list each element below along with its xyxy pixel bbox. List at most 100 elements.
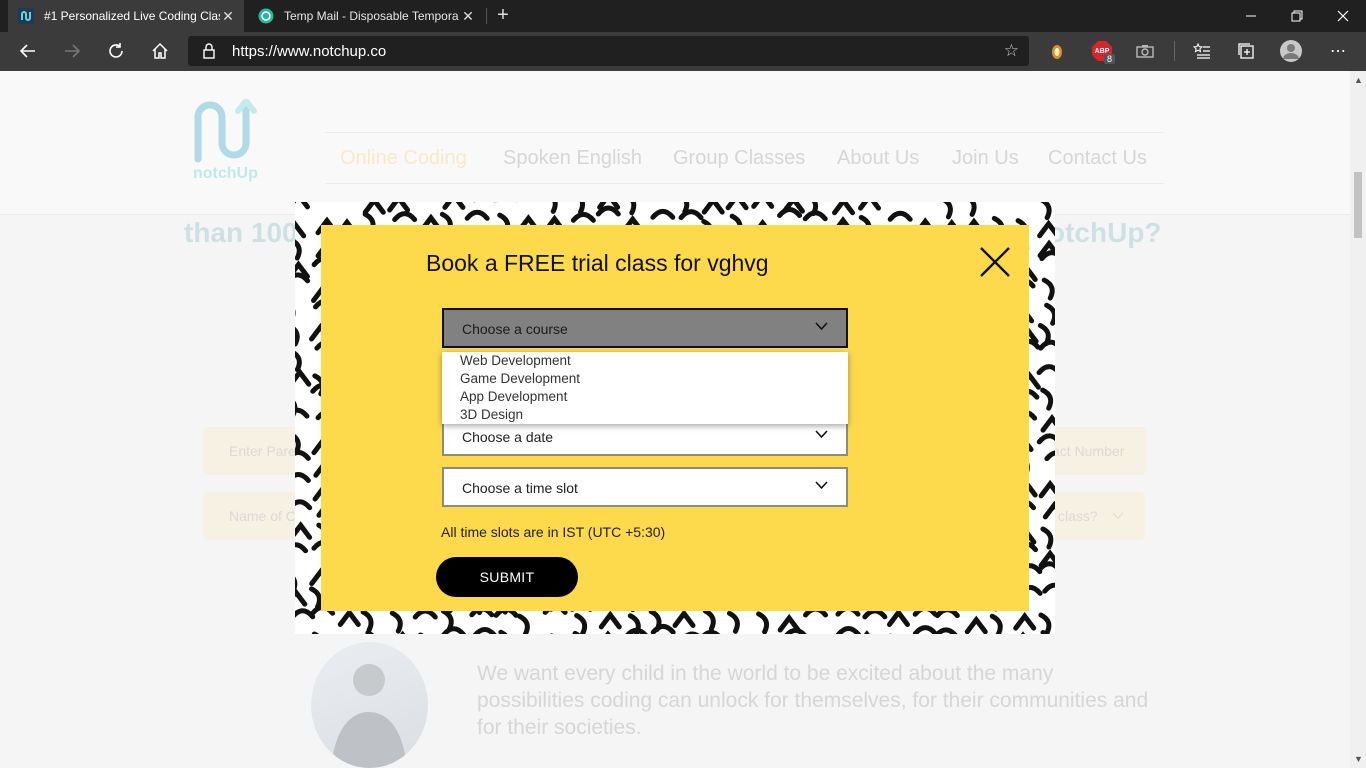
pattern-stroke (802, 210, 828, 222)
pattern-stroke (887, 210, 913, 222)
pattern-stroke (574, 613, 588, 634)
pattern-stroke (516, 613, 530, 634)
minimize-icon[interactable] (1228, 0, 1274, 32)
tab-temp-mail[interactable]: Temp Mail - Disposable Tempora ✕ (248, 0, 484, 32)
page-scrollbar[interactable]: ▲ ▼ (1350, 71, 1366, 768)
pattern-stroke (295, 326, 300, 347)
scroll-down-icon[interactable]: ▼ (1354, 754, 1363, 764)
home-icon[interactable] (143, 34, 177, 68)
pattern-stroke (1040, 202, 1052, 221)
pattern-stroke (650, 623, 676, 634)
window-close-icon[interactable] (1320, 0, 1366, 32)
pattern-stroke (1042, 582, 1055, 594)
course-dropdown-list: Web Development Game Development App Dev… (442, 352, 848, 424)
pattern-stroke (964, 615, 988, 634)
profile-avatar-icon[interactable] (1280, 40, 1302, 62)
pattern-stroke (1040, 387, 1054, 411)
chevron-down-icon (815, 481, 828, 490)
pattern-stroke (751, 202, 775, 209)
pattern-stroke (295, 239, 302, 261)
restore-icon[interactable] (1274, 0, 1320, 32)
tab-title: #1 Personalized Live Coding Clas (44, 9, 220, 23)
course-option-app-development[interactable]: App Development (460, 388, 567, 406)
pattern-stroke (777, 207, 803, 218)
notchup-favicon-icon (18, 8, 34, 24)
address-bar[interactable]: https://www.notchup.co ☆ (188, 36, 1029, 66)
course-option-game-development[interactable]: Game Development (460, 370, 580, 388)
pattern-stroke (295, 407, 310, 419)
pattern-stroke (295, 472, 311, 483)
adblock-icon[interactable]: ABP 8 (1091, 40, 1115, 64)
back-icon[interactable] (11, 34, 45, 68)
pattern-stroke (650, 208, 676, 220)
pattern-stroke (886, 608, 910, 627)
temp-mail-favicon-icon (258, 8, 274, 24)
scrollbar-thumb[interactable] (1354, 172, 1362, 238)
pattern-stroke (442, 202, 466, 210)
pattern-stroke (862, 608, 888, 620)
refresh-icon[interactable] (99, 34, 133, 68)
pattern-stroke (756, 611, 770, 634)
pattern-stroke (295, 350, 302, 373)
favorites-icon[interactable] (1191, 40, 1213, 62)
pattern-stroke (1036, 364, 1055, 376)
pattern-stroke (412, 608, 438, 620)
chevron-down-icon (815, 322, 828, 331)
submit-button[interactable]: SUBMIT (436, 557, 578, 597)
pattern-stroke (295, 449, 311, 461)
course-option-web-development[interactable]: Web Development (460, 352, 571, 370)
pattern-stroke (1040, 413, 1055, 433)
pattern-stroke (295, 587, 308, 607)
pattern-stroke (309, 586, 322, 610)
date-select-label: Choose a date (462, 429, 554, 445)
tab-close-icon[interactable]: ✕ (460, 8, 476, 25)
pattern-stroke (387, 202, 411, 213)
pattern-stroke (295, 521, 313, 540)
course-option-3d-design[interactable]: 3D Design (460, 406, 523, 424)
pattern-stroke (295, 272, 311, 284)
chevron-down-icon (815, 430, 828, 439)
course-select[interactable]: Choose a course (442, 308, 848, 348)
pattern-stroke (1038, 339, 1055, 351)
tab-notchup[interactable]: #1 Personalized Live Coding Clas ✕ (8, 0, 244, 32)
pattern-stroke (295, 202, 310, 210)
close-icon[interactable] (977, 244, 1013, 280)
pattern-stroke (678, 209, 704, 221)
pattern-stroke (578, 202, 586, 215)
extension-icon[interactable] (1046, 40, 1068, 62)
url-text: https://www.notchup.co (232, 43, 387, 60)
new-tab-icon[interactable]: + (492, 4, 514, 28)
favorite-star-icon[interactable]: ☆ (1004, 41, 1019, 61)
pattern-stroke (934, 627, 958, 634)
time-slot-select[interactable]: Choose a time slot (442, 467, 848, 507)
forward-icon[interactable] (55, 34, 89, 68)
modal-title: Book a FREE trial class for vghvg (426, 250, 769, 276)
more-menu-icon[interactable]: ⋯ (1327, 40, 1349, 62)
camera-icon[interactable] (1134, 40, 1156, 62)
pattern-stroke (360, 609, 374, 633)
pattern-stroke (702, 608, 716, 632)
pattern-stroke (1038, 479, 1055, 499)
pattern-stroke (726, 610, 740, 634)
pattern-stroke (989, 613, 1003, 634)
pattern-stroke (1044, 302, 1055, 326)
pattern-stroke (472, 626, 497, 634)
pattern-stroke (295, 542, 309, 554)
pattern-stroke (498, 629, 508, 634)
pattern-stroke (784, 627, 807, 634)
pattern-stroke (629, 202, 637, 216)
pattern-stroke (725, 202, 749, 211)
pattern-stroke (441, 626, 467, 634)
scroll-up-icon[interactable]: ▲ (1354, 75, 1363, 85)
pattern-stroke (389, 610, 403, 634)
timezone-note: All time slots are in IST (UTC +5:30) (441, 524, 666, 540)
time-slot-select-label: Choose a time slot (462, 480, 578, 496)
tab-close-icon[interactable]: ✕ (220, 8, 236, 25)
pattern-stroke (912, 625, 938, 634)
pattern-stroke (701, 202, 725, 215)
pattern-stroke (337, 608, 361, 628)
collections-icon[interactable] (1235, 40, 1257, 62)
pattern-stroke (362, 202, 386, 215)
pattern-stroke (672, 609, 696, 628)
pattern-stroke (1041, 277, 1055, 301)
